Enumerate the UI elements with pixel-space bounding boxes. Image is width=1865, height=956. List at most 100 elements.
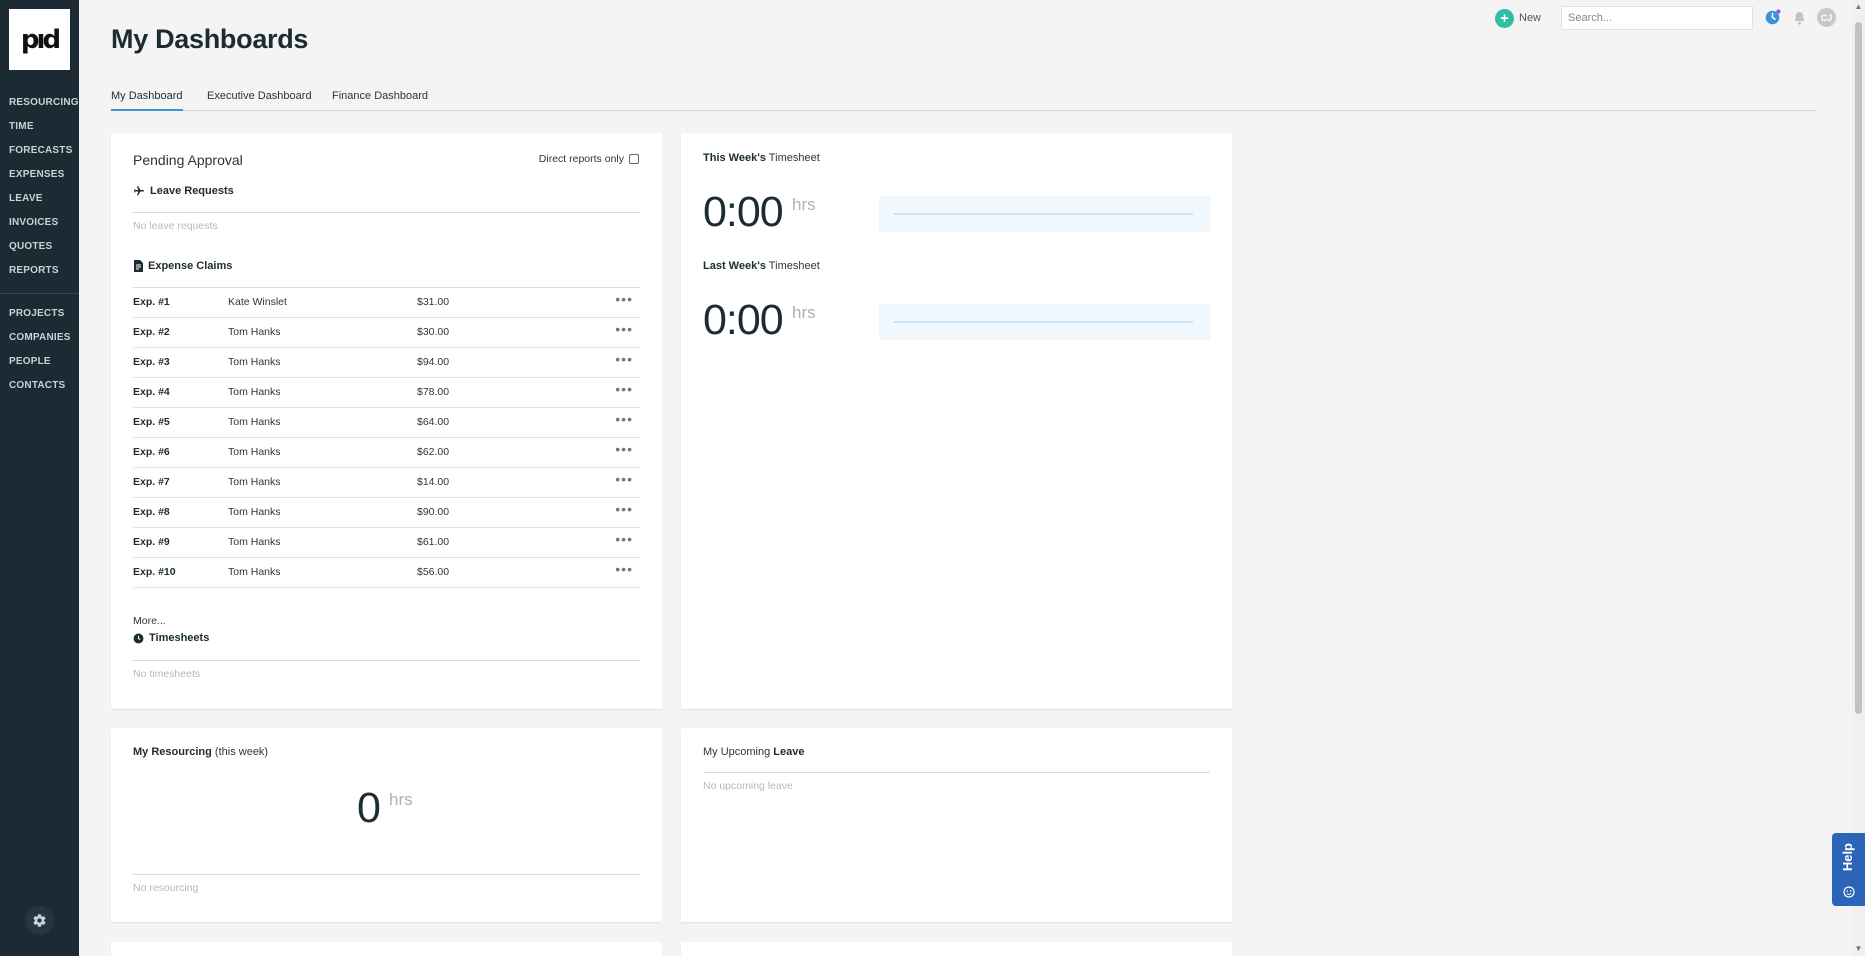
- resourcing-unit: hrs: [389, 790, 413, 809]
- expense-amount: $64.00: [417, 416, 450, 428]
- leave-requests-heading: Leave Requests: [133, 185, 234, 197]
- expense-id[interactable]: Exp. #3: [133, 356, 170, 368]
- expense-id[interactable]: Exp. #5: [133, 416, 170, 428]
- expense-claims-title: Expense Claims: [148, 260, 233, 272]
- expense-row[interactable]: Exp. #2 Tom Hanks $30.00 •••: [133, 318, 640, 348]
- help-button[interactable]: Help: [1832, 833, 1865, 906]
- direct-reports-checkbox[interactable]: [629, 154, 639, 164]
- upcoming-leave-divider: [703, 772, 1210, 773]
- expense-row[interactable]: Exp. #6 Tom Hanks $62.00 •••: [133, 438, 640, 468]
- last-week-title: Last Week's Timesheet: [703, 260, 820, 272]
- expense-row[interactable]: Exp. #5 Tom Hanks $64.00 •••: [133, 408, 640, 438]
- new-button[interactable]: + New: [1495, 8, 1541, 28]
- nav-item-people[interactable]: PEOPLE: [0, 350, 79, 374]
- notifications-button[interactable]: [1790, 8, 1809, 27]
- more-actions-icon[interactable]: •••: [615, 382, 633, 396]
- expense-id[interactable]: Exp. #10: [133, 566, 176, 578]
- tab-executive-dashboard[interactable]: Executive Dashboard: [207, 90, 312, 111]
- expense-row[interactable]: Exp. #3 Tom Hanks $94.00 •••: [133, 348, 640, 378]
- nav-item-time[interactable]: TIME: [0, 115, 79, 139]
- page-title: My Dashboards: [111, 24, 309, 54]
- tab-my-dashboard[interactable]: My Dashboard: [111, 90, 183, 111]
- scroll-up-icon[interactable]: ▲: [1854, 2, 1863, 11]
- more-actions-icon[interactable]: •••: [615, 322, 633, 336]
- expense-person: Tom Hanks: [228, 386, 281, 398]
- timesheets-title: Timesheets: [149, 632, 210, 644]
- expense-id[interactable]: Exp. #6: [133, 446, 170, 458]
- scrollbar[interactable]: ▲ ▼: [1852, 0, 1865, 956]
- dashboard-tabs: My Dashboard Executive Dashboard Finance…: [111, 90, 1816, 111]
- airplane-icon: [134, 186, 144, 196]
- expense-claims-heading: Expense Claims: [133, 260, 232, 272]
- expense-row[interactable]: Exp. #4 Tom Hanks $78.00 •••: [133, 378, 640, 408]
- nav-item-forecasts[interactable]: FORECASTS: [0, 139, 79, 163]
- expense-row[interactable]: Exp. #8 Tom Hanks $90.00 •••: [133, 498, 640, 528]
- resourcing-title-bold: My Resourcing: [133, 746, 212, 758]
- expense-amount: $30.00: [417, 326, 450, 338]
- nav-item-invoices[interactable]: INVOICES: [0, 211, 79, 235]
- more-actions-icon[interactable]: •••: [615, 502, 633, 516]
- more-actions-icon[interactable]: •••: [615, 442, 633, 456]
- expense-person: Tom Hanks: [228, 536, 281, 548]
- expense-id[interactable]: Exp. #8: [133, 506, 170, 518]
- expense-row[interactable]: Exp. #7 Tom Hanks $14.00 •••: [133, 468, 640, 498]
- expense-person: Tom Hanks: [228, 566, 281, 578]
- resourcing-empty-text: No resourcing: [133, 882, 199, 894]
- more-actions-icon[interactable]: •••: [615, 562, 633, 576]
- nav-item-reports[interactable]: REPORTS: [0, 259, 79, 283]
- expense-row[interactable]: Exp. #1 Kate Winslet $31.00 •••: [133, 288, 640, 318]
- lower-card-left: [111, 942, 662, 956]
- expense-row[interactable]: Exp. #9 Tom Hanks $61.00 •••: [133, 528, 640, 558]
- settings-button[interactable]: [25, 906, 54, 935]
- expense-id[interactable]: Exp. #1: [133, 296, 170, 308]
- more-actions-icon[interactable]: •••: [615, 472, 633, 486]
- expense-id[interactable]: Exp. #7: [133, 476, 170, 488]
- search-input[interactable]: [1561, 6, 1753, 30]
- app-logo[interactable]: pıd: [9, 9, 70, 70]
- more-expenses-link[interactable]: More...: [133, 615, 166, 627]
- expense-amount: $61.00: [417, 536, 450, 548]
- avatar[interactable]: CJ: [1817, 8, 1836, 27]
- expense-row[interactable]: Exp. #10 Tom Hanks $56.00 •••: [133, 558, 640, 588]
- nav-item-expenses[interactable]: EXPENSES: [0, 163, 79, 187]
- timer-button[interactable]: [1763, 8, 1782, 27]
- gear-icon: [33, 914, 46, 927]
- last-week-hours: 0:00: [703, 296, 784, 344]
- more-actions-icon[interactable]: •••: [615, 412, 633, 426]
- timesheets-heading: Timesheets: [133, 632, 209, 644]
- expense-amount: $56.00: [417, 566, 450, 578]
- this-week-bar: [879, 196, 1210, 232]
- last-week-title-rest: Timesheet: [765, 260, 820, 272]
- new-label: New: [1519, 12, 1542, 24]
- nav-primary: RESOURCING TIME FORECASTS EXPENSES LEAVE…: [0, 91, 79, 283]
- expense-person: Tom Hanks: [228, 356, 281, 368]
- nav-item-projects[interactable]: PROJECTS: [0, 302, 79, 326]
- nav-item-resourcing[interactable]: RESOURCING: [0, 91, 79, 115]
- resourcing-divider: [133, 874, 640, 875]
- direct-reports-toggle[interactable]: Direct reports only: [539, 153, 639, 165]
- plus-icon: +: [1495, 8, 1514, 28]
- bell-icon: [1794, 11, 1805, 25]
- scroll-thumb[interactable]: [1855, 22, 1862, 714]
- expense-amount: $14.00: [417, 476, 450, 488]
- scroll-down-icon[interactable]: ▼: [1854, 944, 1863, 953]
- resourcing-title-rest: (this week): [211, 746, 269, 758]
- nav-item-contacts[interactable]: CONTACTS: [0, 374, 79, 398]
- expense-amount: $31.00: [417, 296, 450, 308]
- expense-id[interactable]: Exp. #4: [133, 386, 170, 398]
- upcoming-leave-title-rest: My Upcoming: [703, 746, 774, 758]
- tab-finance-dashboard[interactable]: Finance Dashboard: [332, 90, 428, 111]
- more-actions-icon[interactable]: •••: [615, 532, 633, 546]
- timesheets-divider: [133, 660, 640, 661]
- nav-item-leave[interactable]: LEAVE: [0, 187, 79, 211]
- leave-divider: [133, 212, 640, 213]
- timesheet-card: This Week's Timesheet 0:00 hrs Last Week…: [681, 133, 1232, 709]
- more-actions-icon[interactable]: •••: [615, 292, 633, 306]
- expense-id[interactable]: Exp. #2: [133, 326, 170, 338]
- more-actions-icon[interactable]: •••: [615, 352, 633, 366]
- last-week-title-bold: Last Week's: [703, 260, 766, 272]
- expense-id[interactable]: Exp. #9: [133, 536, 170, 548]
- upcoming-leave-title: My Upcoming Leave: [703, 746, 805, 758]
- nav-item-companies[interactable]: COMPANIES: [0, 326, 79, 350]
- nav-item-quotes[interactable]: QUOTES: [0, 235, 79, 259]
